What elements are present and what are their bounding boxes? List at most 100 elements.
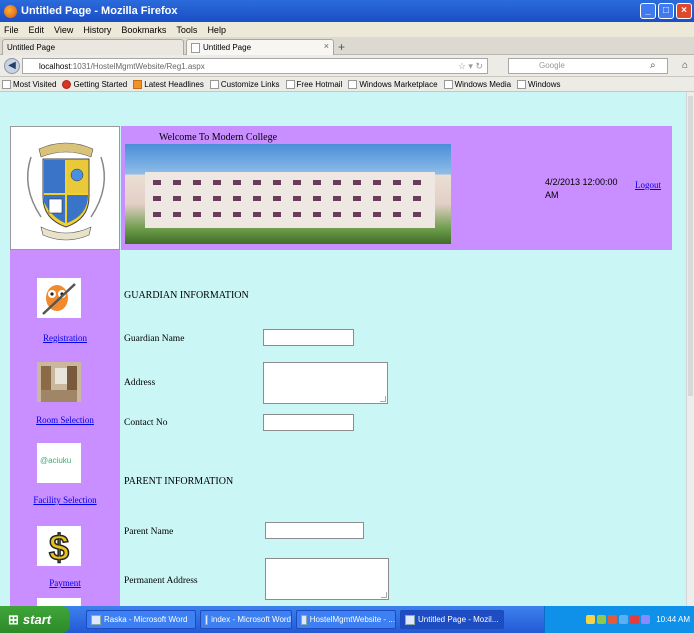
scrollbar-thumb[interactable] xyxy=(688,96,693,396)
contact-no-field[interactable] xyxy=(263,414,354,431)
bookmark-windows-marketplace[interactable]: Windows Marketplace xyxy=(348,79,438,89)
bookmark-label: Free Hotmail xyxy=(296,79,343,89)
building-window xyxy=(393,180,401,185)
word-icon xyxy=(205,614,209,625)
taskbar-item-firefox[interactable]: Untitled Page - Mozil... xyxy=(400,610,504,629)
taskbar-item-word-1[interactable]: Raska - Microsoft Word xyxy=(86,610,196,629)
building-window xyxy=(353,180,361,185)
menu-bookmarks[interactable]: Bookmarks xyxy=(121,25,166,35)
tab-strip: Untitled Page Untitled Page × + xyxy=(0,37,694,55)
svg-text:$: $ xyxy=(49,527,69,566)
building-window xyxy=(373,196,381,201)
taskbar-item-word-2[interactable]: index - Microsoft Word xyxy=(200,610,292,629)
building-window xyxy=(153,180,161,185)
menu-help[interactable]: Help xyxy=(207,25,226,35)
tray-icon[interactable] xyxy=(608,615,618,624)
search-input[interactable]: Google xyxy=(508,58,668,74)
payment-icon[interactable]: $ xyxy=(37,526,81,569)
bookmark-latest-headlines[interactable]: Latest Headlines xyxy=(133,79,204,89)
new-tab-button[interactable]: + xyxy=(338,40,345,54)
building-window xyxy=(293,180,301,185)
tray-icon[interactable] xyxy=(619,615,629,624)
tray-icon[interactable] xyxy=(641,615,651,624)
registration-icon[interactable] xyxy=(37,278,81,318)
building-window xyxy=(253,196,261,201)
building-window xyxy=(413,196,421,201)
close-tab-icon[interactable]: × xyxy=(324,41,329,51)
bookmark-free-hotmail[interactable]: Free Hotmail xyxy=(285,79,343,89)
sidebar-item-registration[interactable]: Registration xyxy=(10,333,120,343)
page-scrollbar[interactable] xyxy=(686,92,694,606)
home-icon[interactable]: ⌂ xyxy=(682,60,688,71)
building-facade xyxy=(145,172,435,228)
sidebar-nav: Registration Room Selection @aciuku Faci… xyxy=(10,250,120,606)
room-photo-icon xyxy=(37,362,81,402)
bookmark-getting-started[interactable]: Getting Started xyxy=(62,79,127,89)
sidebar-item-room-selection[interactable]: Room Selection xyxy=(10,415,120,425)
bookmark-most-visited[interactable]: Most Visited xyxy=(2,79,57,89)
page-icon xyxy=(209,79,219,89)
start-label: start xyxy=(22,612,52,627)
menu-bar: File Edit View History Bookmarks Tools H… xyxy=(0,22,694,37)
building-window xyxy=(233,212,241,217)
bookmark-label: Most Visited xyxy=(13,79,57,89)
logout-link[interactable]: Logout xyxy=(635,180,661,190)
bookmark-windows-media[interactable]: Windows Media xyxy=(443,79,511,89)
tray-icon[interactable] xyxy=(597,615,607,624)
parent-name-field[interactable] xyxy=(265,522,364,539)
menu-tools[interactable]: Tools xyxy=(176,25,197,35)
sidebar-item-payment[interactable]: Payment xyxy=(10,578,120,588)
start-button[interactable]: ⊞ start xyxy=(0,606,70,633)
system-tray: 10:44 AM xyxy=(544,606,694,633)
task-label: Raska - Microsoft Word xyxy=(104,615,188,624)
permanent-address-field[interactable] xyxy=(265,558,389,600)
building-window xyxy=(153,196,161,201)
address-label: Address xyxy=(124,378,156,388)
bookmark-windows[interactable]: Windows xyxy=(517,79,561,89)
header-right-cell: 4/2/2013 12:00:00 AM Logout xyxy=(539,126,672,250)
tab-1[interactable]: Untitled Page xyxy=(2,39,184,55)
building-window xyxy=(273,180,281,185)
windows-flag-icon: ⊞ xyxy=(8,611,19,627)
window-title: Untitled Page - Mozilla Firefox xyxy=(21,5,178,17)
tray-icon[interactable] xyxy=(630,615,640,624)
menu-view[interactable]: View xyxy=(54,25,73,35)
close-window-button[interactable]: × xyxy=(676,3,692,19)
sidebar-item-facility-selection[interactable]: Facility Selection xyxy=(10,495,120,505)
page-icon xyxy=(443,79,453,89)
bookmark-label: Latest Headlines xyxy=(144,79,204,89)
minimize-button[interactable]: _ xyxy=(640,3,656,19)
building-window xyxy=(173,196,181,201)
menu-file[interactable]: File xyxy=(4,25,19,35)
back-button[interactable]: ◀ xyxy=(4,58,20,74)
web-page: Welcome To Modern College 4/2/2013 12:00… xyxy=(0,92,694,606)
menu-history[interactable]: History xyxy=(83,25,111,35)
bookmark-customize-links[interactable]: Customize Links xyxy=(209,79,280,89)
window-titlebar: Untitled Page - Mozilla Firefox _ □ × xyxy=(0,0,694,22)
building-window xyxy=(313,180,321,185)
room-icon[interactable] xyxy=(37,362,81,402)
rss-icon xyxy=(133,79,143,89)
bookmark-star-icon[interactable]: ☆ ▾ ↻ xyxy=(458,61,483,72)
menu-edit[interactable]: Edit xyxy=(29,25,45,35)
address-field[interactable] xyxy=(263,362,388,404)
maximize-button[interactable]: □ xyxy=(658,3,674,19)
tab-2[interactable]: Untitled Page × xyxy=(186,39,334,55)
building-window xyxy=(213,196,221,201)
next-nav-icon[interactable] xyxy=(37,598,81,606)
folder-icon xyxy=(301,614,307,625)
url-bar[interactable]: localhost :1031/HostelMgmtWebsite/Reg1.a… xyxy=(22,58,488,74)
bookmarks-bar: Most Visited Getting Started Latest Head… xyxy=(0,77,694,92)
building-window xyxy=(193,180,201,185)
tray-icon[interactable] xyxy=(586,615,596,624)
guardian-name-field[interactable] xyxy=(263,329,354,346)
building-window xyxy=(413,180,421,185)
taskbar-item-hostel[interactable]: HostelMgmtWebsite - ... xyxy=(296,610,396,629)
building-window xyxy=(333,180,341,185)
building-window xyxy=(193,196,201,201)
facility-icon[interactable]: @aciuku xyxy=(37,443,81,483)
building-window xyxy=(293,196,301,201)
building-window xyxy=(313,212,321,217)
dollar-icon: $ xyxy=(37,526,81,569)
search-icon[interactable]: ⌕ xyxy=(650,60,656,71)
